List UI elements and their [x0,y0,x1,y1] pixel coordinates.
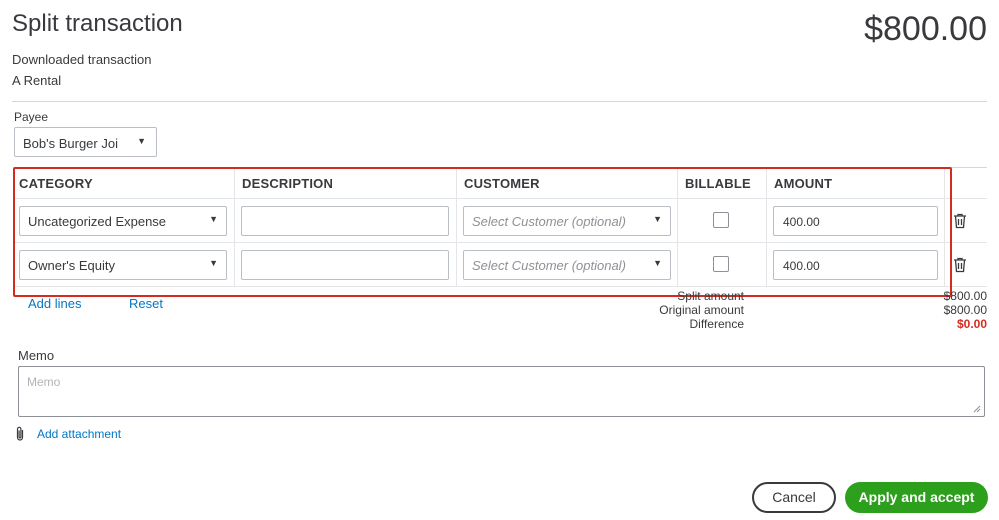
caret-down-icon: ▼ [137,136,146,146]
memo-label: Memo [18,348,55,363]
add-attachment-link[interactable]: Add attachment [37,427,121,441]
payee-select[interactable]: Bob's Burger Joi ▼ [14,127,157,157]
header-divider [12,101,987,102]
memo-placeholder: Memo [27,375,61,389]
trash-icon[interactable] [953,257,967,273]
payee-label: Payee [14,110,49,124]
highlight-box [13,167,952,297]
memo-textarea[interactable]: Memo [18,366,985,417]
paperclip-icon [16,426,24,441]
add-lines-link[interactable]: Add lines [28,296,81,311]
original-amount-value: $800.00 [943,303,987,317]
difference-label: Difference [689,317,744,331]
transaction-source: Downloaded transaction [12,52,152,67]
transaction-description: A Rental [12,73,62,88]
apply-and-accept-button[interactable]: Apply and accept [845,482,988,513]
dialog-title: Split transaction [12,10,183,37]
transaction-total: $800.00 [864,10,987,48]
original-amount-label: Original amount [659,303,744,317]
cancel-button[interactable]: Cancel [752,482,836,513]
difference-value: $0.00 [956,317,987,331]
split-amount-value: $800.00 [943,289,987,303]
payee-value: Bob's Burger Joi [23,136,118,151]
resize-grip-icon[interactable] [973,405,981,413]
split-amount-label: Split amount [677,289,744,303]
reset-link[interactable]: Reset [129,296,163,311]
trash-icon[interactable] [953,213,967,229]
